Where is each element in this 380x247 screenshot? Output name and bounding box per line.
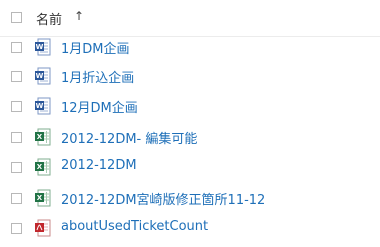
- pdf-file-icon: [34, 219, 52, 237]
- list-item[interactable]: X 2012-12DM- 編集可能: [0, 122, 380, 152]
- svg-text:W: W: [36, 102, 44, 110]
- svg-text:X: X: [37, 133, 43, 141]
- svg-text:X: X: [37, 194, 43, 202]
- row-checkbox[interactable]: [11, 132, 22, 143]
- svg-text:X: X: [37, 163, 43, 171]
- excel-file-icon: X: [34, 189, 52, 207]
- row-checkbox[interactable]: [11, 71, 22, 82]
- document-list: 名前 ↑ W 1月DM企画 W 1月折込企画 W 12月DM企画 X 2012-…: [0, 0, 380, 247]
- file-name-link[interactable]: 2012-12DM- 編集可能: [61, 128, 197, 147]
- row-checkbox[interactable]: [11, 193, 22, 204]
- list-item[interactable]: W 1月折込企画: [0, 61, 380, 91]
- select-all-checkbox[interactable]: [11, 12, 22, 23]
- file-name-link[interactable]: 12月DM企画: [61, 97, 138, 116]
- svg-text:W: W: [36, 43, 44, 51]
- svg-text:W: W: [36, 72, 44, 80]
- file-name-link[interactable]: aboutUsedTicketCount: [61, 219, 208, 234]
- word-file-icon: W: [34, 97, 52, 115]
- file-name-link[interactable]: 1月折込企画: [61, 67, 134, 86]
- list-item[interactable]: X 2012-12DM: [0, 152, 380, 182]
- row-checkbox[interactable]: [11, 223, 22, 234]
- column-header-name[interactable]: 名前: [36, 9, 62, 28]
- row-checkbox[interactable]: [11, 101, 22, 112]
- file-name-link[interactable]: 1月DM企画: [61, 38, 130, 57]
- sort-ascending-icon[interactable]: ↑: [74, 9, 84, 23]
- list-item[interactable]: X 2012-12DM宮崎版修正箇所11-12: [0, 183, 380, 213]
- list-item[interactable]: W 12月DM企画: [0, 91, 380, 121]
- word-file-icon: W: [34, 38, 52, 56]
- list-item[interactable]: W 1月DM企画: [0, 32, 380, 62]
- excel-file-icon: X: [34, 128, 52, 146]
- file-name-link[interactable]: 2012-12DM宮崎版修正箇所11-12: [61, 189, 265, 208]
- row-checkbox[interactable]: [11, 162, 22, 173]
- row-checkbox[interactable]: [11, 42, 22, 53]
- excel-file-icon: X: [34, 158, 52, 176]
- file-name-link[interactable]: 2012-12DM: [61, 158, 137, 173]
- word-file-icon: W: [34, 67, 52, 85]
- list-item[interactable]: aboutUsedTicketCount: [0, 213, 380, 243]
